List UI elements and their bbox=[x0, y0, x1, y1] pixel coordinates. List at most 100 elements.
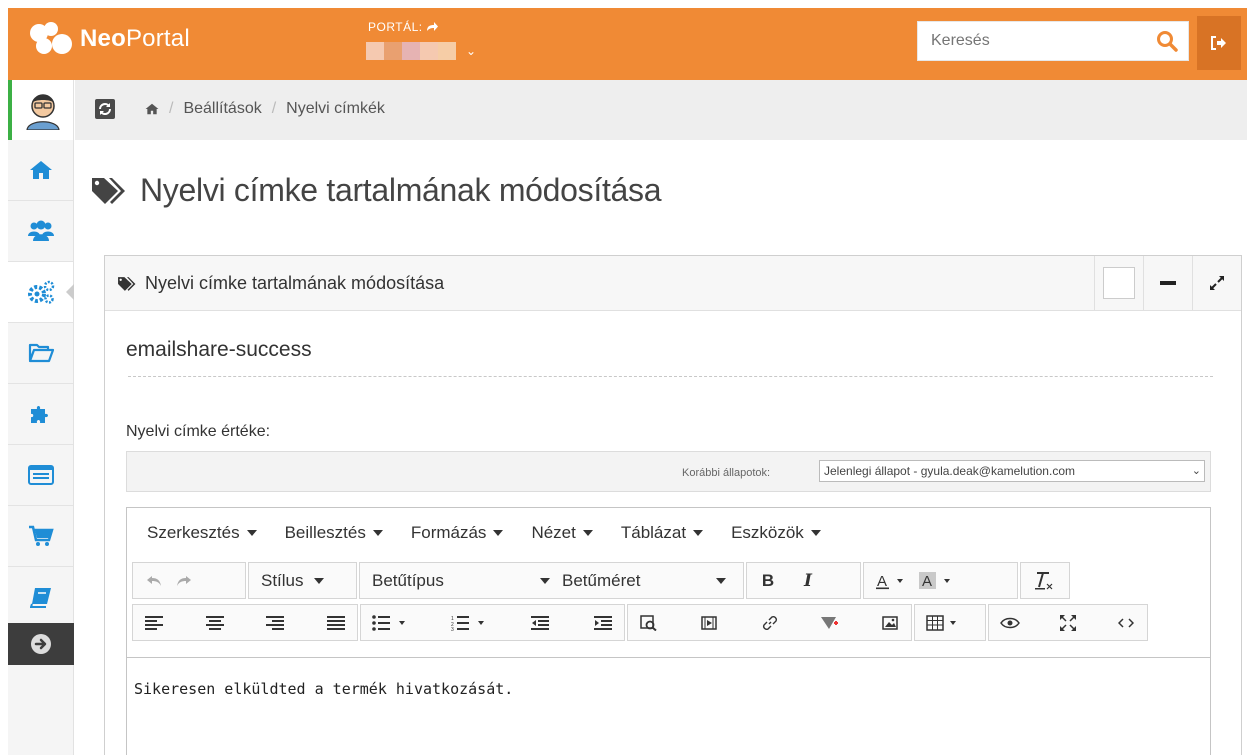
editor-content[interactable]: Sikeresen elküldted a termék hivatkozásá… bbox=[127, 657, 1210, 755]
logo[interactable]: NeoPortal bbox=[30, 22, 190, 56]
insert-table-button[interactable] bbox=[921, 608, 965, 638]
widget-header: Nyelvi címke tartalmának módosítása bbox=[105, 256, 1241, 311]
text-color-button[interactable]: A bbox=[870, 566, 914, 596]
widget-fullscreen-button[interactable] bbox=[1192, 256, 1241, 310]
top-bar: NeoPortal PORTÁL: ⌄ bbox=[8, 8, 1247, 80]
indent-button[interactable] bbox=[588, 608, 618, 638]
numbered-list-button[interactable]: 123 bbox=[446, 608, 492, 638]
background-color-button[interactable]: A bbox=[914, 566, 962, 596]
align-right-button[interactable] bbox=[260, 608, 290, 638]
editor-content-text[interactable]: Sikeresen elküldted a termék hivatkozásá… bbox=[134, 680, 513, 698]
search-input[interactable] bbox=[918, 22, 1128, 60]
sidebar-item-home[interactable] bbox=[8, 140, 73, 201]
widget-toolbar bbox=[1094, 256, 1241, 310]
media-button[interactable] bbox=[694, 608, 724, 638]
menu-insert[interactable]: Beillesztés bbox=[285, 523, 383, 543]
redo-button[interactable] bbox=[169, 566, 199, 596]
align-center-button[interactable] bbox=[200, 608, 230, 638]
logout-button[interactable] bbox=[1197, 16, 1241, 70]
code-icon bbox=[1118, 617, 1134, 628]
insert-group bbox=[627, 604, 912, 641]
clear-formatting-button[interactable] bbox=[1027, 566, 1059, 596]
find-replace-button[interactable] bbox=[634, 608, 664, 638]
sidebar bbox=[8, 80, 74, 755]
italic-button[interactable]: I bbox=[793, 566, 823, 596]
sidebar-collapse-toggle[interactable] bbox=[8, 623, 74, 665]
clear-formatting-icon bbox=[1035, 571, 1053, 589]
sidebar-item-lists[interactable] bbox=[8, 445, 73, 506]
menu-format[interactable]: Formázás bbox=[411, 523, 504, 543]
background-color-icon: A bbox=[919, 571, 950, 590]
refresh-button[interactable] bbox=[95, 99, 115, 119]
users-icon bbox=[27, 220, 54, 241]
sidebar-item-shop[interactable] bbox=[8, 506, 73, 567]
fullscreen-button[interactable] bbox=[1053, 608, 1083, 638]
bullet-list-button[interactable] bbox=[367, 608, 413, 638]
tags-icon bbox=[118, 276, 136, 291]
widget-collapse-button[interactable] bbox=[1143, 256, 1192, 310]
indent-icon bbox=[594, 615, 612, 630]
style-dropdown-label: Stílus bbox=[261, 570, 304, 590]
breadcrumb-item-settings[interactable]: Beállítások bbox=[183, 100, 261, 118]
alignment-group bbox=[132, 604, 358, 641]
undo-button[interactable] bbox=[139, 566, 169, 596]
label-key: emailshare-success bbox=[126, 338, 312, 361]
find-replace-icon bbox=[640, 614, 657, 631]
search-box bbox=[917, 21, 1189, 61]
sign-out-icon bbox=[1211, 36, 1226, 50]
svg-text:A: A bbox=[922, 573, 932, 590]
sidebar-item-folders[interactable] bbox=[8, 323, 73, 384]
align-left-button[interactable] bbox=[139, 608, 169, 638]
align-justify-button[interactable] bbox=[321, 608, 351, 638]
user-avatar[interactable] bbox=[8, 80, 73, 140]
edit-widget: Nyelvi címke tartalmának módosítása emai… bbox=[104, 255, 1242, 755]
style-dropdown[interactable]: Stílus bbox=[248, 562, 357, 599]
editor-menubar: Szerkesztés Beillesztés Formázás Nézet T… bbox=[127, 508, 1210, 558]
minus-icon bbox=[1160, 281, 1176, 285]
clear-format-group bbox=[1020, 562, 1070, 599]
menu-view[interactable]: Nézet bbox=[531, 523, 593, 543]
outdent-button[interactable] bbox=[525, 608, 555, 638]
sidebar-item-modules[interactable] bbox=[8, 384, 73, 445]
chevron-down-icon: ⌄ bbox=[1191, 465, 1201, 477]
list-group: 123 bbox=[360, 604, 625, 641]
text-color-icon: A bbox=[876, 573, 903, 590]
outdent-icon bbox=[531, 615, 549, 630]
history-select-value: Jelenlegi állapot - gyula.deak@kamelutio… bbox=[824, 464, 1075, 478]
font-family-dropdown[interactable]: Betűtípus bbox=[366, 566, 556, 596]
expand-icon bbox=[1210, 276, 1224, 290]
preview-button[interactable] bbox=[995, 608, 1025, 638]
menu-edit[interactable]: Szerkesztés bbox=[147, 523, 257, 543]
history-group bbox=[132, 562, 246, 599]
sidebar-item-users[interactable] bbox=[8, 201, 73, 262]
search-icon[interactable] bbox=[1156, 30, 1178, 52]
insert-image-button[interactable] bbox=[875, 608, 905, 638]
image-icon bbox=[882, 615, 898, 630]
tags-icon bbox=[92, 177, 125, 204]
home-icon[interactable] bbox=[145, 103, 159, 115]
logo-text: NeoPortal bbox=[80, 25, 190, 52]
portal-label: PORTÁL: bbox=[368, 20, 439, 34]
menu-tools[interactable]: Eszközök bbox=[731, 523, 821, 543]
sidebar-item-docs[interactable] bbox=[8, 567, 73, 628]
history-bar: Korábbi állapotok: Jelenlegi állapot - g… bbox=[126, 451, 1211, 492]
anchor-button[interactable] bbox=[815, 608, 845, 638]
undo-icon bbox=[147, 575, 161, 586]
widget-title: Nyelvi címke tartalmának módosítása bbox=[117, 273, 444, 294]
bold-button[interactable]: B bbox=[753, 566, 783, 596]
avatar-icon bbox=[25, 94, 60, 130]
widget-color-button[interactable] bbox=[1094, 256, 1143, 310]
source-code-button[interactable] bbox=[1111, 608, 1141, 638]
align-left-icon bbox=[145, 615, 163, 630]
history-select[interactable]: Jelenlegi állapot - gyula.deak@kamelutio… bbox=[819, 460, 1205, 482]
table-icon bbox=[926, 614, 956, 631]
font-size-dropdown[interactable]: Betűméret bbox=[556, 566, 732, 596]
sidebar-item-settings[interactable] bbox=[8, 262, 74, 323]
insert-link-button[interactable] bbox=[755, 608, 785, 638]
portal-select[interactable]: ⌄ bbox=[366, 42, 476, 60]
page-title-text: Nyelvi címke tartalmának módosítása bbox=[140, 172, 662, 208]
menu-table[interactable]: Táblázat bbox=[621, 523, 704, 543]
media-icon bbox=[701, 615, 717, 630]
align-right-icon bbox=[266, 615, 285, 630]
share-arrow-icon bbox=[427, 22, 439, 31]
